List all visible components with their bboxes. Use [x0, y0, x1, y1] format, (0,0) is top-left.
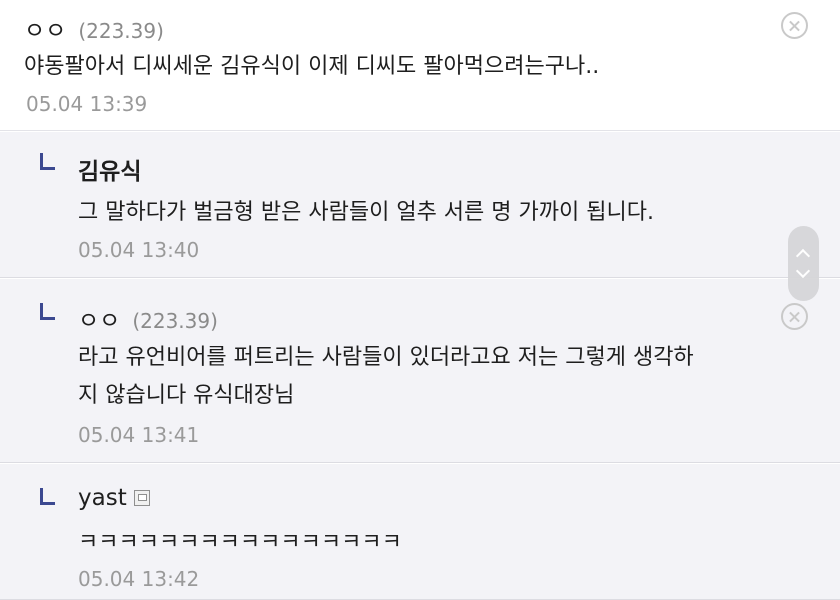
chevron-up-icon: [795, 248, 811, 264]
reply-nickname[interactable]: 김유식: [78, 152, 141, 186]
reply-nickname[interactable]: yast: [78, 485, 127, 511]
comment-thread: ㅇㅇ (223.39) 야동팔아서 디씨세운 김유식이 이제 디씨도 팔아먹으려…: [0, 0, 840, 600]
comment-text: 야동팔아서 디씨세운 김유식이 이제 디씨도 팔아먹으려는구나..: [24, 48, 599, 86]
reply-text: 라고 유언비어를 퍼트리는 사람들이 있더라고요 저는 그렇게 생각하 지 않습…: [78, 339, 694, 415]
reply-nickname[interactable]: ㅇㅇ: [78, 301, 120, 335]
scroll-handle[interactable]: [788, 226, 819, 301]
reply-text-line: 라고 유언비어를 퍼트리는 사람들이 있더라고요 저는 그렇게 생각하: [78, 345, 694, 370]
reply-arrow-icon: [40, 153, 55, 170]
delete-reply-button[interactable]: [781, 303, 808, 330]
reply-author: yast: [78, 485, 150, 511]
reply-date: 05.04 13:42: [78, 567, 200, 591]
reply-text-line: 그 말하다가 벌금형 받은 사람들이 얼추 서른 명 가까이 됩니다.: [78, 200, 654, 225]
comment-item: ㅇㅇ (223.39) 야동팔아서 디씨세운 김유식이 이제 디씨도 팔아먹으려…: [0, 0, 840, 131]
reply-text-line: 지 않습니다 유식대장님: [78, 383, 295, 408]
reply-item: ㅇㅇ (223.39) 라고 유언비어를 퍼트리는 사람들이 있더라고요 저는 …: [0, 279, 840, 463]
reply-ip: (223.39): [132, 309, 218, 333]
reply-item: 김유식 그 말하다가 벌금형 받은 사람들이 얼추 서른 명 가까이 됩니다. …: [0, 132, 840, 278]
comment-nickname[interactable]: ㅇㅇ: [24, 11, 66, 45]
gallog-icon[interactable]: [133, 490, 150, 506]
reply-author: ㅇㅇ (223.39): [78, 301, 218, 335]
comment-author: ㅇㅇ (223.39): [24, 11, 164, 45]
chevron-down-icon: [795, 263, 811, 279]
reply-arrow-icon: [40, 303, 55, 320]
reply-author: 김유식: [78, 152, 141, 186]
comment-date: 05.04 13:39: [26, 92, 148, 116]
reply-text: 그 말하다가 벌금형 받은 사람들이 얼추 서른 명 가까이 됩니다.: [78, 194, 654, 232]
comment-ip: (223.39): [78, 19, 164, 43]
reply-item: yast ㅋㅋㅋㅋㅋㅋㅋㅋㅋㅋㅋㅋㅋㅋㅋㅋ 05.04 13:42: [0, 464, 840, 600]
comment-text-line: 야동팔아서 디씨세운 김유식이 이제 디씨도 팔아먹으려는구나..: [24, 54, 600, 79]
reply-text-line: ㅋㅋㅋㅋㅋㅋㅋㅋㅋㅋㅋㅋㅋㅋㅋㅋ: [78, 530, 402, 555]
reply-date: 05.04 13:41: [78, 423, 200, 447]
reply-arrow-icon: [40, 488, 55, 505]
reply-text: ㅋㅋㅋㅋㅋㅋㅋㅋㅋㅋㅋㅋㅋㅋㅋㅋ: [78, 524, 402, 562]
delete-comment-button[interactable]: [781, 12, 808, 39]
reply-date: 05.04 13:40: [78, 238, 200, 262]
